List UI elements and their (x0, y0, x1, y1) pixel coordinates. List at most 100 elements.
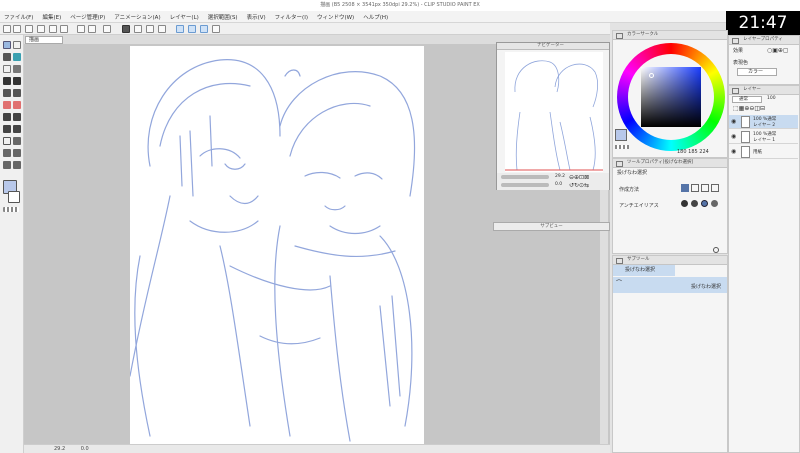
navigator-thumbnail[interactable] (505, 52, 603, 172)
layer-tool-icons[interactable]: ⬚▦⊕⊖◫⊟ (733, 105, 765, 112)
antialias-strong-icon[interactable] (711, 200, 718, 207)
fill-icon[interactable] (3, 113, 11, 121)
magic-wand-icon[interactable] (13, 53, 21, 61)
transparent-swatch-icon[interactable] (615, 145, 629, 149)
add-property-icon[interactable] (713, 247, 719, 253)
airbrush-icon[interactable] (13, 89, 21, 97)
menu-filter[interactable]: フィルター(I) (275, 13, 308, 21)
eyedropper-icon[interactable] (3, 53, 11, 61)
add-selection-icon[interactable] (691, 184, 699, 192)
ruler-icon[interactable] (3, 137, 11, 145)
layer-row[interactable]: ◉ 用紙 (729, 145, 798, 159)
menu-file[interactable]: ファイル(F) (4, 13, 33, 21)
subview-panel[interactable]: サブビュー (493, 222, 610, 231)
menu-view[interactable]: 表示(V) (247, 13, 266, 21)
new-selection-icon[interactable] (681, 184, 689, 192)
navigator-zoom[interactable]: 29.2 (555, 174, 565, 179)
snap-special-ruler-icon[interactable] (188, 25, 196, 33)
pen-icon[interactable] (3, 77, 11, 85)
expression-select[interactable]: カラー (737, 68, 777, 76)
layer-name[interactable]: レイヤー 1 (753, 137, 775, 143)
snap-ruler-icon[interactable] (176, 25, 184, 33)
layer-property-title: レイヤープロパティ (729, 36, 799, 45)
snap-grid-icon[interactable] (200, 25, 208, 33)
menu-help[interactable]: ヘルプ(H) (363, 13, 388, 21)
layer-row[interactable]: ◉ 100 %通常 レイヤー 1 (729, 130, 798, 144)
layer-name[interactable]: 用紙 (753, 149, 762, 155)
pencil-icon[interactable] (13, 77, 21, 85)
undo-icon[interactable] (77, 25, 85, 33)
menu-edit[interactable]: 編集(E) (42, 13, 61, 21)
gradient-icon[interactable] (13, 113, 21, 121)
navigator-angle[interactable]: 0.0 (555, 182, 562, 187)
antialias-buttons[interactable] (681, 200, 723, 208)
status-zoom[interactable]: 29.2 (54, 446, 65, 452)
correct-line-icon[interactable] (13, 149, 21, 157)
blend-mode-select[interactable]: 通常 (732, 96, 762, 103)
hue-value[interactable]: 180 (677, 149, 687, 155)
eye-icon[interactable]: ◉ (731, 148, 736, 155)
layer-name[interactable]: レイヤー 2 (753, 122, 775, 128)
sub-tool-item[interactable]: 投げなわ選択 (613, 277, 727, 293)
figure-icon[interactable] (3, 125, 11, 133)
mode-buttons[interactable] (681, 184, 723, 192)
eye-icon[interactable]: ◉ (731, 118, 736, 125)
zoom-icon[interactable] (13, 65, 21, 73)
antialias-weak-icon[interactable] (691, 200, 698, 207)
saturation-value[interactable]: 185 (688, 149, 698, 155)
layer-row[interactable]: ◉ 100 %通常 レイヤー 2 (729, 115, 798, 129)
invert-selection-icon[interactable] (146, 25, 154, 33)
frame-icon[interactable] (13, 125, 21, 133)
canvas-tab[interactable]: 描画 (25, 36, 63, 44)
blend-icon[interactable] (13, 101, 21, 109)
lasso-tool-icon[interactable] (3, 41, 11, 49)
sub-color-swatch[interactable] (8, 191, 20, 203)
rotate-icon[interactable] (13, 161, 21, 169)
clear-icon[interactable] (103, 25, 111, 33)
current-color-swatch[interactable] (615, 129, 627, 141)
selection-tool-icon[interactable] (13, 41, 21, 49)
open-icon[interactable] (37, 25, 45, 33)
rotate-buttons-icon[interactable]: ↺↻⊙⇆ (569, 182, 589, 189)
layer-panel-title: レイヤー (729, 86, 799, 95)
menu-animation[interactable]: アニメーション(A) (114, 13, 160, 21)
snap-toggle-icon[interactable] (212, 25, 220, 33)
show-selection-icon[interactable] (158, 25, 166, 33)
new-file-icon[interactable] (13, 25, 21, 33)
brush-icon[interactable] (3, 89, 11, 97)
menu-window[interactable]: ウィンドウ(W) (317, 13, 354, 21)
menu-page[interactable]: ページ管理(P) (70, 13, 105, 21)
eye-icon[interactable]: ◉ (731, 133, 736, 140)
zoom-slider[interactable] (501, 175, 549, 179)
angle-slider[interactable] (501, 183, 549, 187)
new-canvas-icon[interactable] (25, 25, 33, 33)
intersect-selection-icon[interactable] (711, 184, 719, 192)
status-angle[interactable]: 0.0 (81, 446, 89, 452)
eraser-icon[interactable] (3, 101, 11, 109)
brightness-value[interactable]: 224 (699, 149, 709, 155)
redo-icon[interactable] (88, 25, 96, 33)
save-icon[interactable] (49, 25, 57, 33)
menu-selection[interactable]: 選択範囲(S) (208, 13, 238, 21)
navigator-title: ナビゲーター (497, 43, 609, 50)
subtract-selection-icon[interactable] (701, 184, 709, 192)
hand-icon[interactable] (3, 161, 11, 169)
home-icon[interactable] (3, 25, 11, 33)
zoom-buttons-icon[interactable]: ⊖⊕⊡⊠ (569, 174, 589, 181)
export-icon[interactable] (60, 25, 68, 33)
drawing-paper[interactable] (129, 46, 424, 446)
sub-tool-group-tab[interactable]: 投げなわ選択 (613, 265, 675, 276)
color-picker-marker[interactable] (649, 73, 654, 78)
navigator-controls: 29.2 0.0 ⊖⊕⊡⊠ ↺↻⊙⇆ (497, 173, 609, 190)
move-icon[interactable] (3, 65, 11, 73)
antialias-none-icon[interactable] (681, 200, 688, 207)
effect-icons[interactable]: ○▣⊕▢ (767, 47, 789, 54)
antialias-medium-icon[interactable] (701, 200, 708, 207)
text-icon[interactable] (13, 137, 21, 145)
transparent-color-icon[interactable] (3, 207, 19, 212)
deselect-icon[interactable] (134, 25, 142, 33)
transform-icon[interactable] (122, 25, 130, 33)
menu-layer[interactable]: レイヤー(L) (170, 13, 199, 21)
balloon-icon[interactable] (3, 149, 11, 157)
layer-opacity[interactable]: 100 (767, 96, 797, 103)
